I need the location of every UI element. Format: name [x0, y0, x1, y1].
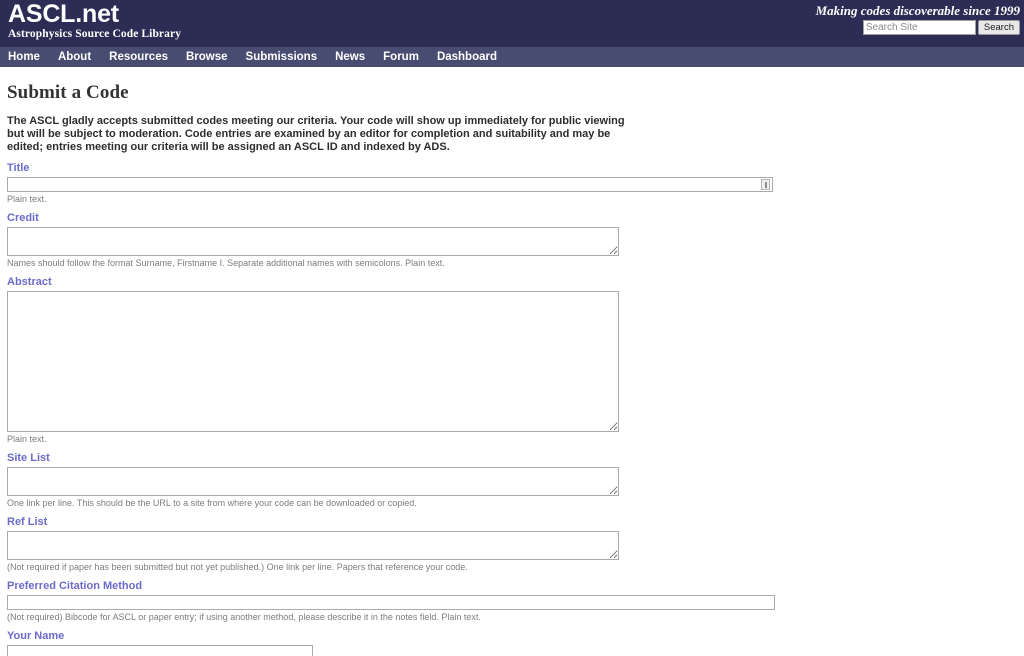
abstract-textarea[interactable] [7, 291, 619, 433]
label-preferred-citation: Preferred Citation Method [7, 580, 143, 593]
nav-item-home[interactable]: Home [8, 47, 40, 68]
help-abstract: Plain text. [7, 434, 47, 445]
your-name-input[interactable] [7, 645, 313, 656]
help-title: Plain text. [7, 194, 47, 205]
nav-item-dashboard[interactable]: Dashboard [437, 47, 497, 68]
label-credit: Credit [7, 212, 39, 225]
search-button[interactable]: Search [977, 20, 1020, 35]
brand-title: ASCL.net [8, 0, 119, 28]
title-input[interactable] [7, 177, 773, 193]
site-brand[interactable]: ASCL.net Astrophysics Source Code Librar… [8, 1, 181, 41]
brand-subtitle: Astrophysics Source Code Library [8, 28, 182, 40]
main-navigation: Home About Resources Browse Submissions … [0, 47, 1024, 68]
search-input[interactable] [862, 20, 976, 35]
label-your-name: Your Name [7, 630, 65, 643]
title-field-wrap [7, 177, 773, 193]
label-abstract: Abstract [7, 276, 52, 289]
site-list-textarea[interactable] [7, 467, 619, 497]
main-content: Submit a Code The ASCL gladly accepts su… [0, 68, 1024, 656]
ref-list-textarea[interactable] [7, 531, 619, 561]
nav-item-forum[interactable]: Forum [383, 47, 419, 68]
nav-item-submissions[interactable]: Submissions [246, 47, 318, 68]
site-header: ASCL.net Astrophysics Source Code Librar… [0, 0, 1024, 47]
site-tagline: Making codes discoverable since 1999 [815, 3, 1020, 18]
nav-item-about[interactable]: About [58, 47, 91, 68]
submit-code-form: Title Plain text. Credit Names should fo… [7, 162, 1024, 656]
credit-textarea[interactable] [7, 227, 619, 257]
label-site-list: Site List [7, 452, 50, 465]
nav-item-browse[interactable]: Browse [186, 47, 228, 68]
nav-item-news[interactable]: News [335, 47, 365, 68]
help-credit: Names should follow the format Surname, … [7, 258, 445, 269]
autofill-icon[interactable] [761, 179, 770, 191]
page-title: Submit a Code [7, 82, 129, 103]
help-site-list: One link per line. This should be the UR… [7, 498, 417, 509]
label-title: Title [7, 162, 30, 175]
help-preferred-citation: (Not required) Bibcode for ASCL or paper… [7, 612, 481, 623]
nav-item-resources[interactable]: Resources [109, 47, 168, 68]
site-search-form: Search [816, 20, 1020, 35]
header-right-block: Making codes discoverable since 1999 Sea… [816, 3, 1020, 35]
intro-paragraph: The ASCL gladly accepts submitted codes … [7, 115, 625, 153]
help-ref-list: (Not required if paper has been submitte… [7, 562, 468, 573]
preferred-citation-input[interactable] [7, 595, 775, 611]
label-ref-list: Ref List [7, 516, 48, 529]
